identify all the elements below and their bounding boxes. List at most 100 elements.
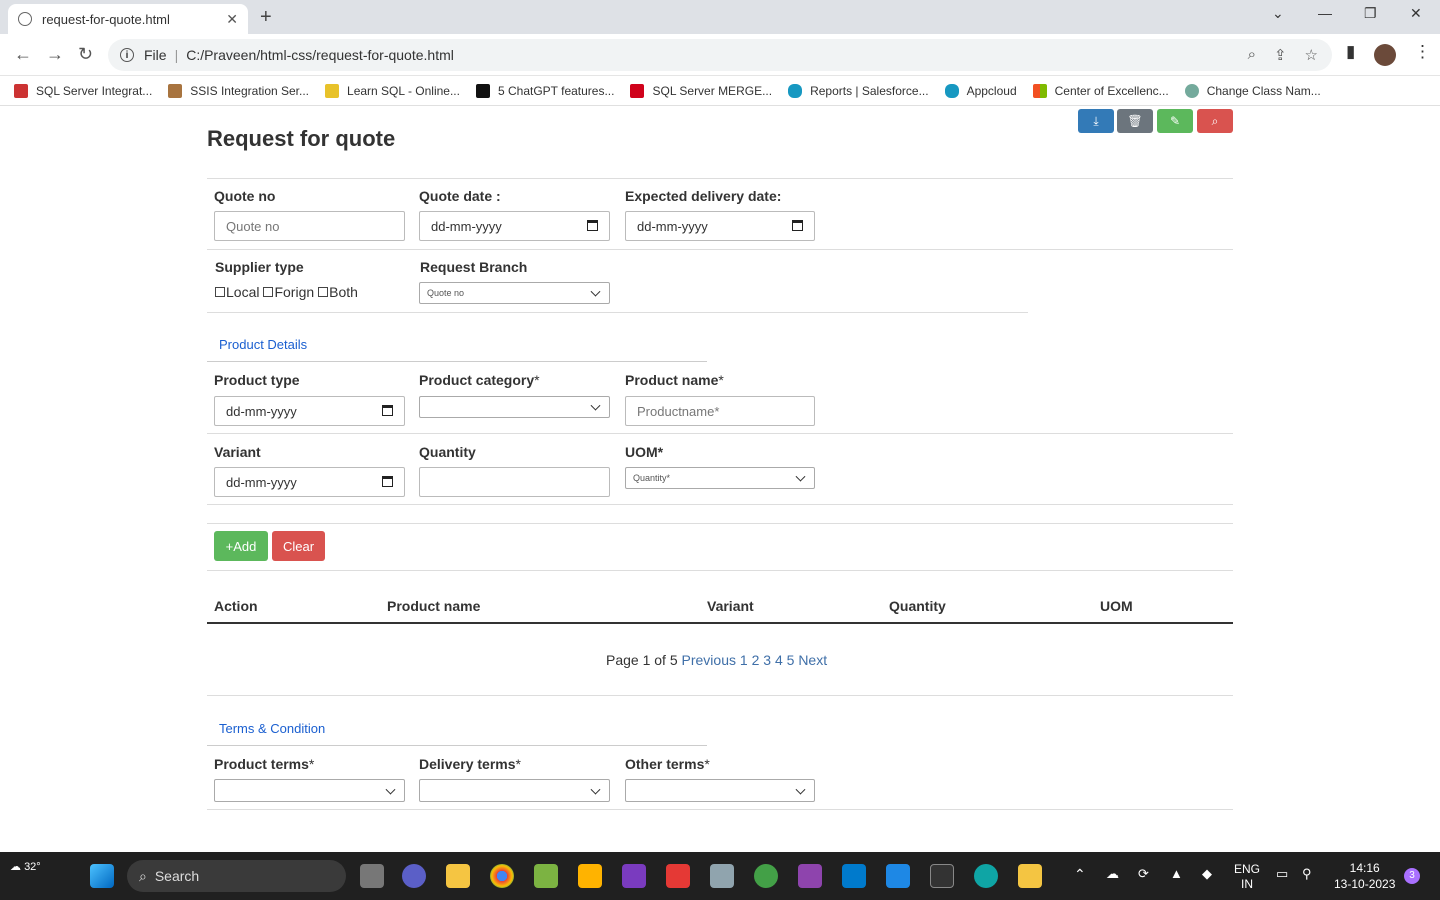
product-terms-select[interactable] [214,779,405,802]
expected-delivery-input[interactable]: dd-mm-yyyy [625,211,815,241]
back-icon[interactable]: ← [14,44,32,65]
request-branch-select[interactable]: Quote no [419,282,610,304]
previous-link[interactable]: Previous [682,652,736,668]
network-icon[interactable]: ⚲ [1302,866,1312,882]
tab-search-icon[interactable]: ⌄ [1272,5,1284,22]
windows-start-icon[interactable] [90,864,114,888]
display-icon[interactable]: ▭ [1276,866,1288,882]
chrome-icon[interactable] [490,864,514,888]
product-category-select[interactable] [419,396,610,418]
url-scheme: File [144,47,167,63]
new-tab-icon[interactable]: + [260,6,272,29]
taskbar-search[interactable]: ⌕ Search [127,860,346,892]
both-checkbox[interactable] [318,287,329,297]
notepad-plus-icon[interactable] [534,864,558,888]
sync-icon[interactable]: ⟳ [1138,866,1149,882]
calendar-icon[interactable] [587,220,598,231]
calendar-icon[interactable] [792,220,803,231]
page-link[interactable]: 1 [740,652,748,668]
close-window-icon[interactable]: ✕ [1410,5,1422,22]
address-bar[interactable]: i File | C:/Praveen/html-css/request-for… [108,39,1332,71]
visual-studio-2-icon[interactable] [798,864,822,888]
weather-widget[interactable]: ☁ 32° [10,860,41,873]
notepad-icon[interactable] [886,864,910,888]
zoom-icon[interactable]: ⌕ [1248,46,1256,64]
product-type-input[interactable]: dd-mm-yyyy [214,396,405,426]
remote-desktop-icon[interactable] [710,864,734,888]
url-text: C:/Praveen/html-css/request-for-quote.ht… [186,47,454,63]
page-link[interactable]: 2 [752,652,760,668]
browser-tab[interactable]: request-for-quote.html ✕ [8,4,248,34]
variant-input[interactable]: dd-mm-yyyy [214,467,405,497]
terms-condition-link[interactable]: Terms & Condition [219,721,325,736]
page-link[interactable]: 3 [763,652,771,668]
power-bi-icon[interactable] [1018,864,1042,888]
bookmark-item[interactable]: SQL Server MERGE... [630,83,772,98]
clear-button[interactable]: Clear [272,531,325,561]
bookmark-item[interactable]: Change Class Nam... [1184,83,1321,98]
quote-date-input[interactable]: dd-mm-yyyy [419,211,610,241]
language-indicator[interactable]: ENG IN [1234,862,1260,892]
search-button[interactable]: ⌕ [1197,109,1233,133]
bookmark-item[interactable]: Appcloud [944,83,1017,98]
shield-icon[interactable]: ▲ [1170,866,1183,881]
minimize-icon[interactable]: — [1318,5,1332,21]
download-button[interactable]: ⤓ [1078,109,1114,133]
microsoft-icon [1032,83,1047,98]
share-icon[interactable]: ⇪ [1274,46,1287,64]
teams-chat-icon[interactable] [402,864,426,888]
next-link[interactable]: Next [798,652,827,668]
bookmark-item[interactable]: SSIS Integration Ser... [168,83,309,98]
product-name-input[interactable]: Productname* [625,396,815,426]
sql-studio-icon[interactable] [754,864,778,888]
bookmark-item[interactable]: 5 ChatGPT features... [475,83,614,98]
notification-badge[interactable]: 3 [1404,868,1420,884]
restore-icon[interactable]: ❐ [1364,5,1377,22]
sidepanel-icon[interactable]: ▮ [1346,42,1355,62]
info-icon[interactable]: i [120,48,134,62]
defender-icon[interactable]: ◆ [1202,866,1212,882]
close-tab-icon[interactable]: ✕ [226,11,238,28]
profile-avatar[interactable] [1374,44,1396,66]
terminal-icon[interactable] [930,864,954,888]
file-explorer-icon[interactable] [446,864,470,888]
calendar-icon[interactable] [382,476,393,487]
bookmark-star-icon[interactable]: ☆ [1305,46,1318,64]
expected-delivery-label: Expected delivery date: [625,188,782,204]
product-details-link[interactable]: Product Details [219,337,307,352]
divider [207,809,1233,810]
add-button[interactable]: +Add [214,531,268,561]
other-terms-select[interactable] [625,779,815,802]
menu-icon[interactable]: ⋮ [1414,42,1431,62]
quote-no-input[interactable]: Quote no [214,211,405,241]
forign-checkbox[interactable] [263,287,274,297]
taskbar: ☁ 32° ⌕ Search ⌃ ☁ ⟳ ▲ ◆ ENG IN ▭ ⚲ 14:16 1… [0,852,1440,900]
vscode-icon[interactable] [842,864,866,888]
uom-select[interactable]: Quantity* [625,467,815,489]
local-checkbox[interactable] [215,287,225,297]
edit-button[interactable]: ✎ [1157,109,1193,133]
visual-studio-icon[interactable] [622,864,646,888]
supplier-type-group: Local Forign Both [214,284,358,300]
bookmark-item[interactable]: Center of Excellenc... [1032,83,1169,98]
edge-icon[interactable] [974,864,998,888]
ssis-designer-icon[interactable] [578,864,602,888]
tab-title: request-for-quote.html [42,11,170,27]
bookmark-item[interactable]: SQL Server Integrat... [14,83,152,98]
bookmark-item[interactable]: Learn SQL - Online... [325,83,460,98]
delete-button[interactable]: 🗑 [1117,109,1153,133]
divider [207,504,1233,505]
page-link[interactable]: 4 [775,652,783,668]
page-link[interactable]: 5 [787,652,795,668]
chevron-up-icon[interactable]: ⌃ [1074,866,1086,883]
quantity-input[interactable] [419,467,610,497]
onedrive-icon[interactable]: ☁ [1106,866,1119,882]
bookmark-item[interactable]: Reports | Salesforce... [788,83,929,98]
delivery-terms-select[interactable] [419,779,610,802]
clock[interactable]: 14:16 13-10-2023 [1334,860,1395,892]
forward-icon[interactable]: → [46,44,64,65]
anydesk-icon[interactable] [666,864,690,888]
calendar-icon[interactable] [382,405,393,416]
task-view-icon[interactable] [360,864,384,888]
reload-icon[interactable]: ↻ [78,44,93,65]
